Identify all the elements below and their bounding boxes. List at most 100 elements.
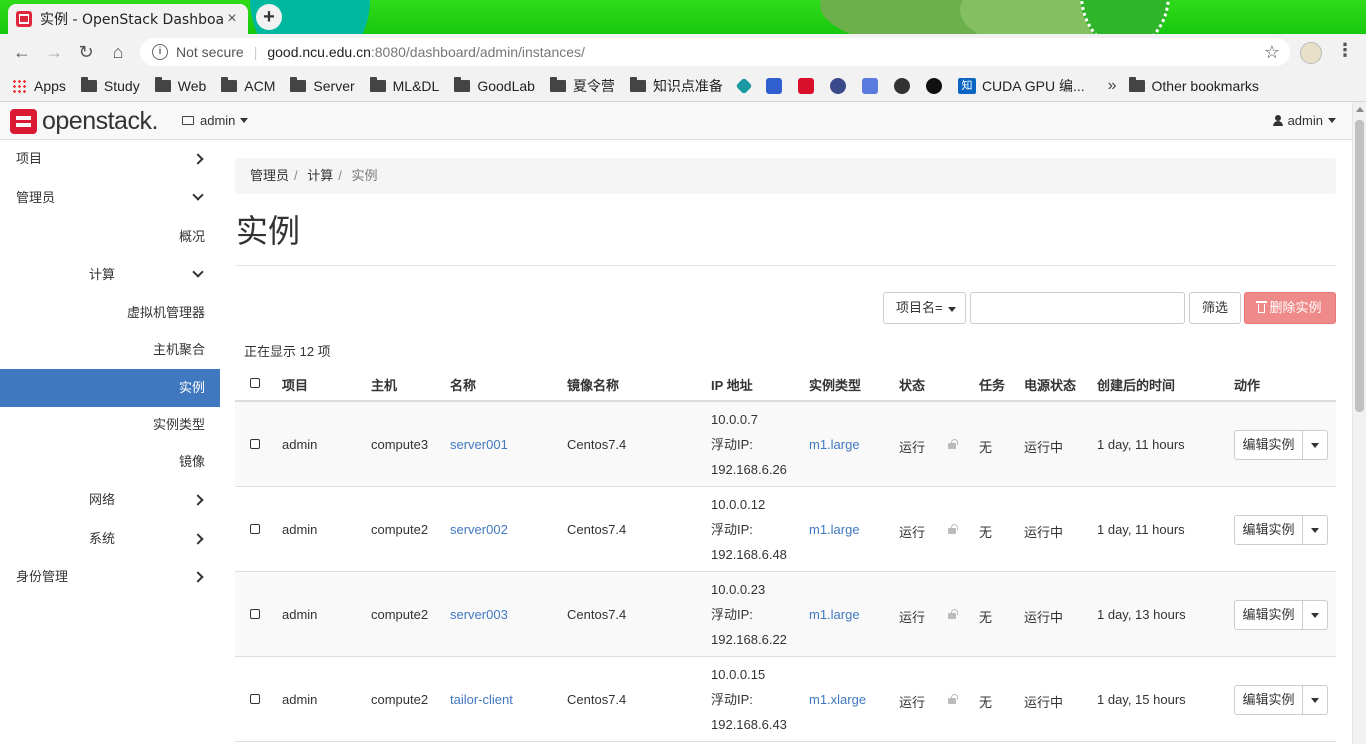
scroll-up-arrow-icon[interactable] [1356, 107, 1364, 112]
actions-dropdown-toggle[interactable] [1303, 430, 1328, 460]
table-row: admin compute2 server002 Centos7.4 10.0.… [235, 487, 1336, 572]
info-icon[interactable]: i [152, 44, 168, 60]
col-name[interactable]: 名称 [450, 375, 476, 394]
edit-instance-button[interactable]: 编辑实例 [1234, 685, 1303, 715]
user-menu[interactable]: admin [1272, 113, 1336, 128]
col-task[interactable]: 任务 [979, 375, 1005, 394]
more-bookmarks-icon[interactable]: » [1108, 77, 1117, 95]
col-flavor[interactable]: 实例类型 [809, 375, 861, 394]
col-age[interactable]: 创建后的时间 [1097, 375, 1175, 394]
cell-project: admin [282, 437, 318, 452]
flavor-link[interactable]: m1.large [809, 437, 860, 452]
sidebar-item-host-aggregates[interactable]: 主机聚合 [0, 331, 205, 369]
back-arrow-icon[interactable]: ← [6, 42, 38, 63]
cell-image: Centos7.4 [567, 607, 627, 622]
filter-button[interactable]: 筛选 [1189, 292, 1241, 324]
edit-instance-button[interactable]: 编辑实例 [1234, 600, 1303, 630]
actions-dropdown-toggle[interactable] [1303, 515, 1328, 545]
filter-field-select[interactable]: 项目名= [883, 292, 966, 324]
forward-arrow-icon[interactable]: → [38, 42, 70, 63]
sidebar-item-flavors[interactable]: 实例类型 [0, 406, 205, 444]
cell-host: compute2 [371, 522, 429, 537]
col-power[interactable]: 电源状态 [1024, 375, 1076, 394]
instance-name-link[interactable]: tailor-client [450, 692, 513, 707]
row-actions: 编辑实例 [1234, 685, 1328, 715]
new-tab-button[interactable]: + [256, 4, 282, 30]
bookmark-other[interactable]: Other bookmarks [1128, 76, 1259, 94]
row-checkbox[interactable] [250, 439, 260, 449]
col-status[interactable]: 状态 [899, 375, 925, 394]
filter-input[interactable] [970, 292, 1185, 324]
bookmark-cuda[interactable]: 知 CUDA GPU 编... [957, 76, 1085, 96]
site-favicon-icon[interactable] [735, 77, 753, 94]
col-image[interactable]: 镜像名称 [567, 375, 619, 394]
sidebar-item-overview[interactable]: 概况 [0, 218, 205, 256]
row-checkbox[interactable] [250, 524, 260, 534]
instance-name-link[interactable]: server002 [450, 522, 508, 537]
cell-power: 运行中 [1024, 610, 1064, 625]
sidebar-item-instances[interactable]: 实例 [0, 369, 220, 407]
translate-icon[interactable] [861, 77, 878, 94]
sidebar-item-identity[interactable]: 身份管理 [0, 558, 220, 596]
sidebar-item-compute[interactable]: 计算 [0, 256, 220, 294]
select-all-checkbox[interactable] [250, 378, 260, 388]
bookmark-folder[interactable]: 知识点准备 [629, 76, 723, 96]
csdn-c-icon[interactable] [797, 77, 814, 94]
browser-menu-icon[interactable]: ⋮ [1336, 40, 1354, 61]
sidebar-item-project[interactable]: 项目 [0, 140, 220, 178]
edit-instance-button[interactable]: 编辑实例 [1234, 430, 1303, 460]
reload-icon[interactable]: ↻ [70, 42, 102, 63]
row-checkbox[interactable] [250, 694, 260, 704]
page-scrollbar[interactable] [1352, 102, 1366, 744]
tab-close-icon[interactable]: × [224, 10, 240, 28]
flavor-link[interactable]: m1.large [809, 522, 860, 537]
scrollbar-thumb[interactable] [1355, 120, 1364, 412]
bookmark-folder[interactable]: 夏令营 [549, 76, 615, 96]
profile-avatar[interactable] [1300, 42, 1322, 64]
folder-icon [454, 76, 471, 92]
sidebar-item-images[interactable]: 镜像 [0, 443, 205, 481]
bookmark-folder[interactable]: Server [290, 76, 355, 94]
bookmark-folder[interactable]: Study [80, 76, 140, 94]
flavor-link[interactable]: m1.xlarge [809, 692, 866, 707]
site-globe-icon[interactable] [829, 77, 846, 94]
bookmark-apps[interactable]: Apps [12, 78, 66, 94]
bookmark-star-icon[interactable]: ☆ [1264, 42, 1280, 63]
sidebar-item-admin[interactable]: 管理员 [0, 179, 220, 217]
globe-icon[interactable] [893, 77, 910, 94]
openstack-logo-icon [10, 109, 37, 134]
project-selector[interactable]: admin [182, 113, 249, 128]
actions-dropdown-toggle[interactable] [1303, 685, 1328, 715]
cell-ip: 10.0.0.15 浮动IP: 192.168.6.43 [711, 667, 787, 732]
bookmark-folder[interactable]: GoodLab [454, 76, 535, 94]
sidebar-item-hypervisors[interactable]: 虚拟机管理器 [0, 294, 205, 332]
bookmark-folder[interactable]: ML&DL [369, 76, 439, 94]
cell-host: compute2 [371, 607, 429, 622]
delete-instances-button[interactable]: 删除实例 [1244, 292, 1336, 324]
sidebar-item-system[interactable]: 系统 [0, 520, 220, 558]
chevron-down-icon [192, 179, 204, 217]
baidu-paw-icon[interactable] [765, 77, 782, 94]
tab-title: 实例 - OpenStack Dashboard [40, 12, 224, 28]
openstack-logo[interactable]: openstack. [10, 109, 158, 134]
browser-tab[interactable]: 实例 - OpenStack Dashboard × [8, 4, 248, 34]
flavor-link[interactable]: m1.large [809, 607, 860, 622]
instance-name-link[interactable]: server001 [450, 437, 508, 452]
col-project[interactable]: 项目 [282, 375, 308, 394]
table-row: admin compute2 server003 Centos7.4 10.0.… [235, 572, 1336, 657]
col-host[interactable]: 主机 [371, 375, 397, 394]
sidebar-item-network[interactable]: 网络 [0, 481, 220, 519]
row-checkbox[interactable] [250, 609, 260, 619]
title-divider [235, 265, 1336, 266]
edit-instance-button[interactable]: 编辑实例 [1234, 515, 1303, 545]
github-icon[interactable] [925, 77, 942, 94]
breadcrumb-compute[interactable]: 计算 [307, 168, 333, 183]
breadcrumb-admin[interactable]: 管理员 [250, 168, 289, 183]
url-field[interactable]: i Not secure | good.ncu.edu.cn:8080/dash… [140, 38, 1290, 66]
actions-dropdown-toggle[interactable] [1303, 600, 1328, 630]
instance-name-link[interactable]: server003 [450, 607, 508, 622]
home-icon[interactable]: ⌂ [102, 42, 134, 63]
col-ip[interactable]: IP 地址 [711, 375, 753, 394]
bookmark-folder[interactable]: ACM [221, 76, 275, 94]
bookmark-folder[interactable]: Web [154, 76, 206, 94]
